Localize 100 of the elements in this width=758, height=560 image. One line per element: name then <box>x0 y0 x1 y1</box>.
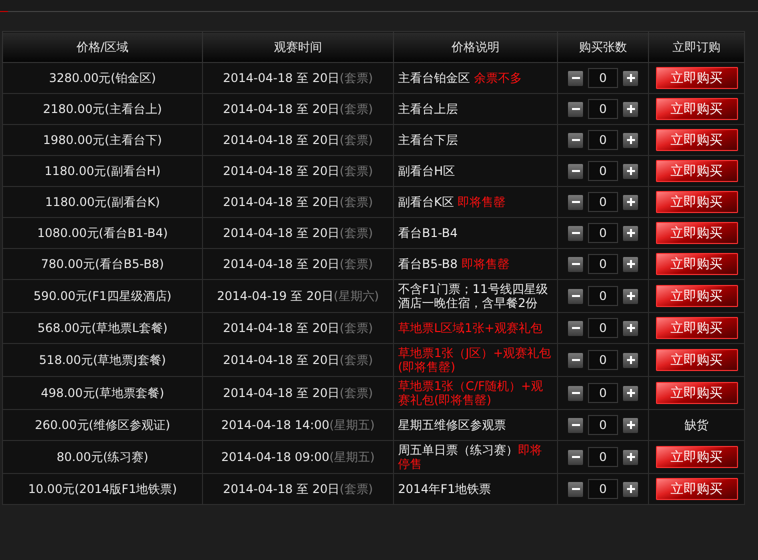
minus-icon <box>572 295 580 297</box>
decrease-button[interactable] <box>568 132 583 148</box>
out-of-stock-text: 缺货 <box>684 418 708 432</box>
minus-icon <box>572 77 580 79</box>
buy-now-button[interactable]: 立即购买 <box>656 446 738 468</box>
column-header: 价格说明 <box>394 32 558 62</box>
plus-icon <box>626 198 634 206</box>
buy-now-button[interactable]: 立即购买 <box>656 317 738 339</box>
plus-icon <box>626 292 634 300</box>
buy-now-button[interactable]: 立即购买 <box>656 382 738 404</box>
description-text: 主看台铂金区 余票不多 <box>398 71 523 85</box>
increase-button[interactable] <box>623 226 638 240</box>
description-text: 副看台K区 即将售罄 <box>398 195 507 209</box>
increase-button[interactable] <box>623 288 638 304</box>
decrease-button[interactable] <box>568 164 583 178</box>
plus-icon <box>626 229 634 237</box>
decrease-button[interactable] <box>568 352 583 368</box>
increase-button[interactable] <box>623 132 638 148</box>
price-text: 260.00元(维修区参观证) <box>34 418 170 432</box>
price-text: 1180.00元(副看台K) <box>45 195 160 209</box>
quantity-field[interactable]: 0 <box>588 192 618 212</box>
increase-button[interactable] <box>623 386 638 400</box>
plus-icon <box>626 421 634 429</box>
decrease-button[interactable] <box>568 194 583 210</box>
minus-icon <box>572 327 580 329</box>
date-text: 2014-04-18 至 20日(套票) <box>222 226 373 240</box>
description-text: 草地票1张（C/F随机）+观赛礼包(即将售罄) <box>398 379 544 407</box>
plus-icon <box>626 260 634 268</box>
quantity-field[interactable]: 0 <box>588 223 618 243</box>
date-text: 2014-04-18 至 20日(套票) <box>222 482 373 496</box>
increase-button[interactable] <box>623 352 638 368</box>
increase-button[interactable] <box>623 194 638 210</box>
description-text: 周五单日票（练习赛）即将停售 <box>398 443 543 471</box>
decrease-button[interactable] <box>568 102 583 116</box>
quantity-field[interactable]: 0 <box>588 415 618 435</box>
buy-now-button[interactable]: 立即购买 <box>656 98 738 120</box>
minus-icon <box>572 139 580 141</box>
increase-button[interactable] <box>623 70 638 86</box>
quantity-field[interactable]: 0 <box>588 383 618 403</box>
quantity-field[interactable]: 0 <box>588 68 618 88</box>
quantity-field[interactable]: 0 <box>588 479 618 499</box>
buy-now-button[interactable]: 立即购买 <box>656 285 738 307</box>
price-text: 1980.00元(主看台下) <box>43 133 162 147</box>
quantity-field[interactable]: 0 <box>588 286 618 306</box>
minus-icon <box>572 488 580 490</box>
plus-icon <box>626 324 634 332</box>
decrease-button[interactable] <box>568 320 583 336</box>
price-text: 3280.00元(铂金区) <box>49 71 156 85</box>
date-text: 2014-04-18 至 20日(套票) <box>222 133 373 147</box>
price-text: 780.00元(看台B5-B8) <box>41 257 164 271</box>
buy-now-button[interactable]: 立即购买 <box>656 222 738 244</box>
increase-button[interactable] <box>623 482 638 496</box>
increase-button[interactable] <box>623 450 638 464</box>
quantity-field[interactable]: 0 <box>588 99 618 119</box>
date-text: 2014-04-18 09:00(星期五) <box>221 450 375 464</box>
quantity-field[interactable]: 0 <box>588 130 618 150</box>
quantity-field[interactable]: 0 <box>588 254 618 274</box>
minus-icon <box>572 456 580 458</box>
date-text: 2014-04-19 至 20日(星期六) <box>216 289 379 303</box>
decrease-button[interactable] <box>568 256 583 272</box>
increase-button[interactable] <box>623 256 638 272</box>
description-text: 草地票L区域1张+观赛礼包 <box>398 321 544 335</box>
increase-button[interactable] <box>623 102 638 116</box>
description-text: 副看台H区 <box>398 164 456 178</box>
date-text: 2014-04-18 14:00(星期五) <box>221 418 375 432</box>
price-text: 1180.00元(副看台H) <box>44 164 160 178</box>
buy-now-button[interactable]: 立即购买 <box>656 160 738 182</box>
date-text: 2014-04-18 至 20日(套票) <box>222 71 373 85</box>
date-text: 2014-04-18 至 20日(套票) <box>222 321 373 335</box>
buy-now-button[interactable]: 立即购买 <box>656 349 738 371</box>
decrease-button[interactable] <box>568 226 583 240</box>
decrease-button[interactable] <box>568 418 583 432</box>
column-header: 观赛时间 <box>202 32 394 62</box>
quantity-field[interactable]: 0 <box>588 161 618 181</box>
price-text: 498.00元(草地票套餐) <box>40 386 164 400</box>
buy-now-button[interactable]: 立即购买 <box>656 67 738 89</box>
decrease-button[interactable] <box>568 288 583 304</box>
buy-now-button[interactable]: 立即购买 <box>656 191 738 213</box>
description-text: 不含F1门票；11号线四星级酒店一晚住宿，含早餐2份 <box>398 282 549 310</box>
quantity-field[interactable]: 0 <box>588 350 618 370</box>
decrease-button[interactable] <box>568 386 583 400</box>
column-header: 价格/区域 <box>2 32 202 62</box>
date-text: 2014-04-18 至 20日(套票) <box>222 102 373 116</box>
minus-icon <box>572 201 580 203</box>
increase-button[interactable] <box>623 320 638 336</box>
buy-now-button[interactable]: 立即购买 <box>656 129 738 151</box>
decrease-button[interactable] <box>568 70 583 86</box>
increase-button[interactable] <box>623 164 638 178</box>
quantity-field[interactable]: 0 <box>588 447 618 467</box>
description-text: 主看台下层 <box>398 133 459 147</box>
price-text: 10.00元(2014版F1地铁票) <box>28 482 177 496</box>
buy-now-button[interactable]: 立即购买 <box>656 253 738 275</box>
description-text: 看台B1-B4 <box>398 226 459 240</box>
decrease-button[interactable] <box>568 450 583 464</box>
date-text: 2014-04-18 至 20日(套票) <box>222 195 373 209</box>
decrease-button[interactable] <box>568 482 583 496</box>
increase-button[interactable] <box>623 418 638 432</box>
plus-icon <box>626 136 634 144</box>
buy-now-button[interactable]: 立即购买 <box>656 478 738 500</box>
quantity-field[interactable]: 0 <box>588 318 618 338</box>
